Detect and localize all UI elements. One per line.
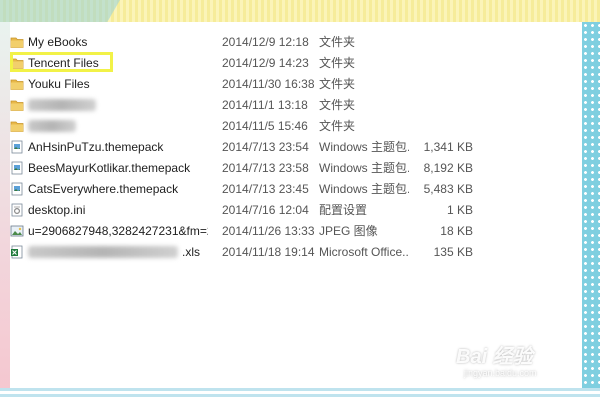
file-row[interactable]: Youku Files 2014/11/30 16:38 文件夹 — [10, 74, 582, 95]
folder-icon — [10, 77, 24, 91]
file-date-modified: 2014/11/26 13:33 — [222, 224, 315, 238]
file-type: Windows 主题包... — [319, 140, 409, 154]
file-row[interactable]: CatsEverywhere.themepack 2014/7/13 23:45 W… — [10, 179, 582, 200]
file-type: 文件夹 — [319, 119, 356, 133]
watermark-url: jingyan.baidu.com — [464, 368, 537, 378]
file-date-modified: 2014/12/9 12:18 — [222, 35, 309, 49]
file-row[interactable]: .xls 2014/11/18 19:14 Microsoft Office... 1… — [10, 242, 582, 263]
file-date-modified: 2014/7/13 23:54 — [222, 140, 309, 154]
file-type: JPEG 图像 — [319, 224, 378, 238]
redacted-filename — [28, 120, 76, 132]
file-size: 8,192 KB — [423, 161, 473, 175]
file-row[interactable]: BeesMayurKotlikar.themepack 2014/7/13 23:… — [10, 158, 582, 179]
file-type: 文件夹 — [319, 56, 356, 70]
file-row[interactable]: u=2906827948,3282427231&fm=21&... 2014/11… — [10, 221, 582, 242]
file-date-modified: 2014/11/1 13:18 — [222, 98, 308, 112]
file-name: My eBooks — [28, 35, 88, 49]
file-size: 135 KB — [433, 245, 473, 259]
themepack-icon — [10, 140, 24, 154]
file-type: 文件夹 — [319, 35, 356, 49]
file-type: 文件夹 — [319, 77, 356, 91]
file-size: 5,483 KB — [423, 182, 473, 196]
jpeg-image-icon — [10, 224, 24, 238]
decorative-left-band — [0, 22, 10, 400]
file-name: AnHsinPuTzu.themepack — [28, 140, 164, 154]
redacted-filename — [28, 246, 178, 258]
tencent-files-highlight-box — [10, 52, 113, 72]
baidu-jingyan-watermark: Bai 经验 jingyan.baidu.com — [456, 338, 576, 384]
file-row[interactable]: 2014/11/5 15:46 文件夹 — [10, 116, 582, 137]
file-type: Microsoft Office... — [319, 245, 409, 259]
redacted-filename — [28, 99, 96, 111]
file-type: Windows 主题包... — [319, 182, 409, 196]
folder-icon — [10, 98, 24, 112]
folder-icon — [10, 119, 24, 133]
themepack-icon — [10, 161, 24, 175]
decorative-right-band — [582, 22, 600, 400]
file-date-modified: 2014/11/30 16:38 — [222, 77, 315, 91]
file-name: Youku Files — [28, 77, 90, 91]
folder-icon — [10, 35, 24, 49]
config-file-icon — [10, 203, 24, 217]
file-list-pane: My eBooks 2014/12/9 12:18 文件夹 Tencent Files… — [10, 22, 582, 388]
file-date-modified: 2014/11/18 19:14 — [222, 245, 315, 259]
file-size: 1 KB — [446, 203, 473, 217]
file-date-modified: 2014/12/9 14:23 — [222, 56, 309, 70]
file-row[interactable]: AnHsinPuTzu.themepack 2014/7/13 23:54 Wind… — [10, 137, 582, 158]
file-type: Windows 主题包... — [319, 161, 409, 175]
file-type: 配置设置 — [319, 203, 368, 217]
themepack-icon — [10, 182, 24, 196]
file-size: 18 KB — [440, 224, 473, 238]
excel-file-icon — [10, 245, 24, 259]
file-date-modified: 2014/11/5 15:46 — [222, 119, 308, 133]
file-row[interactable]: My eBooks 2014/12/9 12:18 文件夹 — [10, 32, 582, 53]
file-date-modified: 2014/7/16 12:04 — [222, 203, 309, 217]
file-row[interactable]: 2014/11/1 13:18 文件夹 — [10, 95, 582, 116]
decorative-bottom-stripe — [0, 388, 600, 400]
file-name: desktop.ini — [28, 203, 86, 217]
file-name: u=2906827948,3282427231&fm=21&... — [28, 224, 208, 238]
watermark-logo: Bai 经验 — [456, 346, 533, 368]
file-type: 文件夹 — [319, 98, 356, 112]
file-date-modified: 2014/7/13 23:58 — [222, 161, 309, 175]
file-size: 1,341 KB — [423, 140, 473, 154]
file-date-modified: 2014/7/13 23:45 — [222, 182, 309, 196]
file-row[interactable]: desktop.ini 2014/7/16 12:04 配置设置 1 KB — [10, 200, 582, 221]
file-name: BeesMayurKotlikar.themepack — [28, 161, 191, 175]
file-name: CatsEverywhere.themepack — [28, 182, 179, 196]
